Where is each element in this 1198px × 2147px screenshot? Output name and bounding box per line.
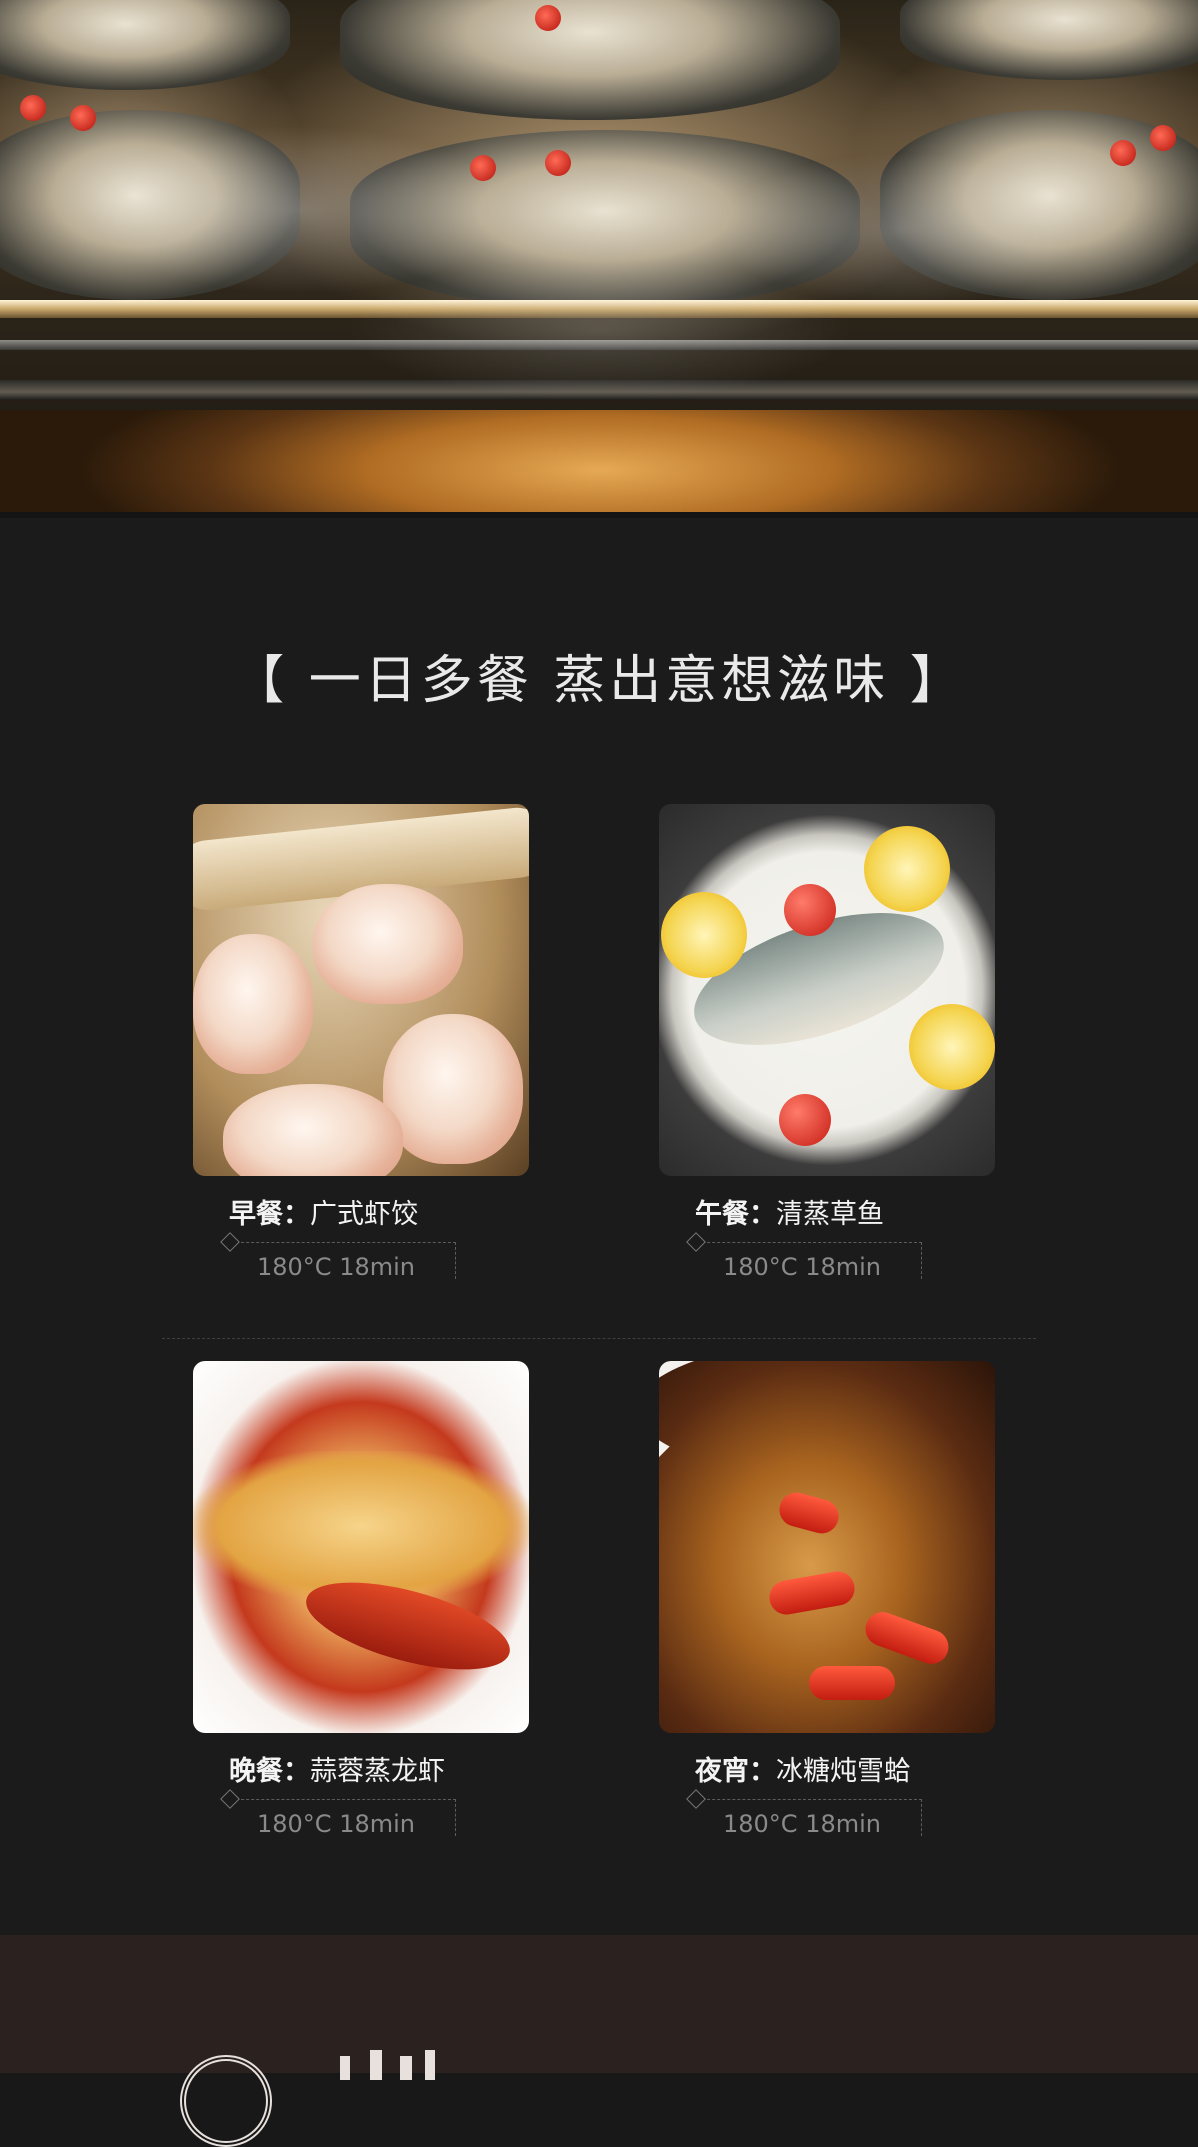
temp-frame: 180°C 18min	[220, 1232, 456, 1281]
cook-setting: 180°C 18min	[257, 1253, 415, 1281]
garlic-lobster-photo	[193, 1361, 529, 1733]
section-heading: 【 一日多餐 蒸出意想滋味 】	[232, 651, 966, 711]
meal-title: 晚餐：蒜蓉蒸龙虾	[229, 1756, 445, 1787]
cook-setting: 180°C 18min	[257, 1810, 415, 1838]
next-section-band	[0, 1935, 1198, 2147]
meal-title: 午餐：清蒸草鱼	[695, 1199, 884, 1230]
meal-title: 早餐：广式虾饺	[229, 1199, 418, 1230]
temp-frame: 180°C 18min	[220, 1789, 456, 1838]
brand-emblem-icon	[180, 2055, 272, 2147]
temp-frame: 180°C 18min	[686, 1232, 922, 1281]
row-divider	[162, 1338, 1036, 1339]
steamed-fish-photo	[659, 804, 995, 1176]
temp-frame: 180°C 18min	[686, 1789, 922, 1838]
cook-setting: 180°C 18min	[723, 1253, 881, 1281]
cook-setting: 180°C 18min	[723, 1810, 881, 1838]
meal-title: 夜宵：冰糖炖雪蛤	[695, 1756, 911, 1787]
sweet-soup-photo	[659, 1361, 995, 1733]
shrimp-dumplings-photo	[193, 804, 529, 1176]
meal-section	[0, 518, 1198, 1935]
hero-steamed-oysters-photo	[0, 0, 1198, 512]
cropped-heading-glyph	[330, 2050, 460, 2080]
